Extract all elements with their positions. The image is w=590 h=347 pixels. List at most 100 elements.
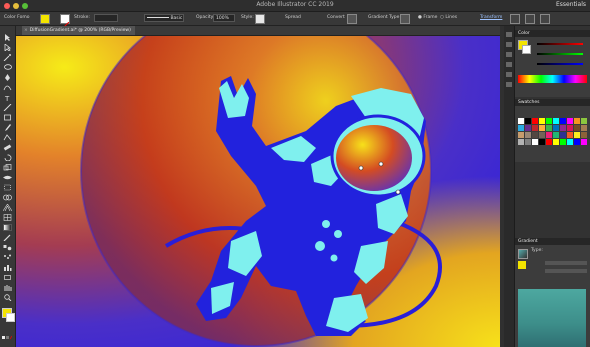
align-button[interactable] [510, 14, 520, 24]
close-tab-icon[interactable]: × [24, 28, 28, 33]
swatch-chip[interactable] [574, 118, 580, 124]
swatches-panel-header[interactable]: Swatches [515, 99, 590, 106]
zoom-tool-icon[interactable] [3, 294, 12, 301]
gradient-angle-field[interactable] [545, 269, 587, 273]
anchor-convert-button[interactable] [347, 14, 357, 24]
panel-menu-button[interactable] [540, 14, 550, 24]
graphic-style-swatch[interactable] [255, 14, 265, 24]
properties-panel-icon[interactable] [506, 32, 512, 37]
libraries-panel-icon[interactable] [506, 52, 512, 57]
document-tab[interactable]: × DiffusionGradient.ai* @ 200% (RGB/Previ… [22, 26, 135, 35]
mesh-tool-icon[interactable] [3, 214, 12, 221]
swatch-chip[interactable] [567, 125, 573, 131]
hand-tool-icon[interactable] [3, 284, 12, 291]
gradient-options-field[interactable] [545, 261, 587, 265]
magic-wand-tool-icon[interactable] [3, 54, 12, 61]
fill-stroke-icons[interactable] [2, 326, 13, 340]
swatch-chip[interactable] [518, 132, 524, 138]
swatch-chip[interactable] [546, 125, 552, 131]
stroke-style-field[interactable]: Basic [144, 14, 184, 22]
frame-radio[interactable]: ● Frame [418, 15, 437, 20]
blue-slider[interactable] [537, 63, 583, 65]
curvature-tool-icon[interactable] [3, 84, 12, 91]
swatch-chip[interactable] [574, 132, 580, 138]
swatch-chip[interactable] [525, 125, 531, 131]
color-spectrum[interactable] [518, 75, 587, 83]
graph-tool-icon[interactable] [3, 264, 12, 271]
lines-radio[interactable]: ○ Lines [440, 15, 457, 20]
swatch-chip[interactable] [532, 132, 538, 138]
swatch-chip[interactable] [539, 125, 545, 131]
free-transform-tool-icon[interactable] [3, 184, 12, 191]
swatch-chip[interactable] [539, 132, 545, 138]
transparency-panel-icon[interactable] [506, 72, 512, 77]
swatch-chip[interactable] [518, 125, 524, 131]
rotate-tool-icon[interactable] [3, 154, 12, 161]
width-tool-icon[interactable] [3, 174, 12, 181]
swatch-chip[interactable] [546, 132, 552, 138]
symbol-sprayer-tool-icon[interactable] [3, 254, 12, 261]
pen-tool-icon[interactable] [3, 74, 12, 81]
artboard-canvas[interactable] [16, 36, 500, 347]
swatch-chip[interactable] [560, 118, 566, 124]
selection-tool-icon[interactable] [3, 34, 12, 41]
blend-tool-icon[interactable] [3, 244, 12, 251]
swatch-chip[interactable] [518, 118, 524, 124]
isolate-button[interactable] [525, 14, 535, 24]
red-slider[interactable] [537, 43, 583, 45]
gradient-fill-swatch[interactable] [518, 261, 526, 269]
swatch-chip[interactable] [574, 139, 580, 145]
line-segment-tool-icon[interactable] [3, 104, 12, 111]
swatch-chip[interactable] [553, 125, 559, 131]
swatch-chip[interactable] [567, 139, 573, 145]
swatch-chip[interactable] [581, 118, 587, 124]
swatch-chip[interactable] [567, 132, 573, 138]
paintbrush-tool-icon[interactable] [3, 124, 12, 131]
type-tool-icon[interactable]: T [3, 94, 12, 101]
swatch-chip[interactable] [525, 118, 531, 124]
swatch-chip[interactable] [518, 139, 524, 145]
opacity-field[interactable]: 100% [213, 14, 235, 22]
gradient-preview-swatch[interactable] [518, 249, 528, 259]
stroke-panel-icon[interactable] [506, 62, 512, 67]
swatch-chip[interactable] [574, 125, 580, 131]
swatch-chip[interactable] [553, 139, 559, 145]
swatch-chip[interactable] [546, 118, 552, 124]
perspective-grid-tool-icon[interactable] [3, 204, 12, 211]
swatch-chip[interactable] [539, 139, 545, 145]
fill-swatch[interactable] [40, 14, 50, 24]
lasso-tool-icon[interactable] [3, 64, 12, 71]
swatch-grid[interactable] [518, 118, 588, 148]
color-panel-header[interactable]: Color [515, 30, 590, 37]
workspace-switcher[interactable]: Essentials [556, 1, 586, 8]
swatch-chip[interactable] [539, 118, 545, 124]
green-slider[interactable] [537, 53, 583, 55]
swatch-chip[interactable] [525, 139, 531, 145]
gradient-type-button[interactable] [400, 14, 410, 24]
shape-builder-tool-icon[interactable] [3, 194, 12, 201]
swatch-chip[interactable] [581, 125, 587, 131]
gradient-panel-header[interactable]: Gradient [515, 238, 590, 245]
artboard-tool-icon[interactable] [3, 274, 12, 281]
stroke-swatch[interactable] [60, 14, 70, 31]
swatch-chip[interactable] [546, 139, 552, 145]
swatch-chip[interactable] [532, 125, 538, 131]
swatch-chip[interactable] [567, 118, 573, 124]
color-panel-stroke[interactable] [522, 45, 531, 54]
swatch-chip[interactable] [581, 132, 587, 138]
gradient-preview[interactable] [518, 289, 586, 347]
scale-tool-icon[interactable] [3, 164, 12, 171]
swatch-chip[interactable] [532, 139, 538, 145]
swatch-chip[interactable] [553, 132, 559, 138]
eraser-tool-icon[interactable] [3, 144, 12, 151]
swatch-chip[interactable] [553, 118, 559, 124]
swatch-chip[interactable] [560, 125, 566, 131]
transform-link[interactable]: Transform [480, 15, 502, 20]
swatch-chip[interactable] [560, 132, 566, 138]
swatch-chip[interactable] [525, 132, 531, 138]
stroke-color-box[interactable] [6, 313, 15, 322]
appearance-panel-icon[interactable] [506, 82, 512, 87]
eyedropper-tool-icon[interactable] [3, 234, 12, 241]
swatch-chip[interactable] [581, 139, 587, 145]
gradient-tool-icon[interactable] [3, 224, 12, 231]
